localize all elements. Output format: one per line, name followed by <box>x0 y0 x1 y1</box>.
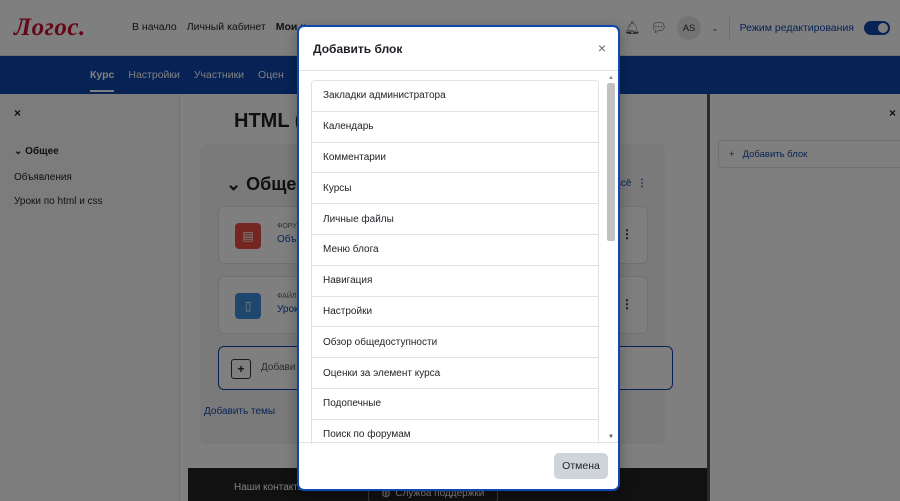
block-list: Закладки администратора Календарь Коммен… <box>311 80 599 444</box>
add-block-modal: Добавить блок × Закладки администратора … <box>297 25 620 491</box>
cancel-button[interactable]: Отмена <box>554 453 608 479</box>
block-option[interactable]: Настройки <box>312 297 598 328</box>
modal-title: Добавить блок <box>313 42 403 56</box>
block-option[interactable]: Календарь <box>312 112 598 143</box>
block-option[interactable]: Закладки администратора <box>312 81 598 112</box>
modal-scrollbar[interactable]: ▲ ▼ <box>607 73 615 442</box>
modal-header: Добавить блок × <box>299 27 618 71</box>
modal-body: Закладки администратора Календарь Коммен… <box>299 71 618 444</box>
block-option[interactable]: Оценки за элемент курса <box>312 358 598 389</box>
block-option[interactable]: Личные файлы <box>312 204 598 235</box>
block-option[interactable]: Поиск по форумам <box>312 420 598 444</box>
block-option[interactable]: Навигация <box>312 266 598 297</box>
block-option[interactable]: Подопечные <box>312 389 598 420</box>
scroll-down-arrow-icon[interactable]: ▼ <box>608 434 614 440</box>
block-option[interactable]: Обзор общедоступности <box>312 327 598 359</box>
scroll-up-arrow-icon[interactable]: ▲ <box>608 75 614 81</box>
modal-footer: Отмена <box>299 442 618 489</box>
block-option[interactable]: Курсы <box>312 173 598 205</box>
block-option[interactable]: Меню блога <box>312 235 598 266</box>
scrollbar-thumb[interactable] <box>607 83 615 241</box>
close-icon[interactable]: × <box>598 40 606 56</box>
block-option[interactable]: Комментарии <box>312 143 598 174</box>
